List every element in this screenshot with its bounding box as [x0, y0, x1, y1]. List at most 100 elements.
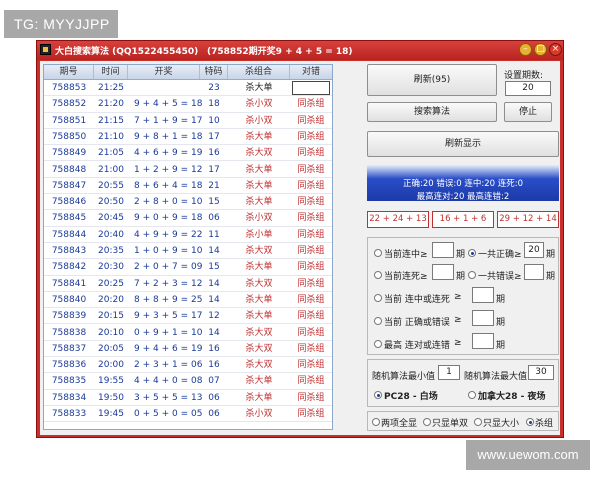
- random-max-input[interactable]: 30: [528, 365, 554, 380]
- cell-period: 758853: [51, 83, 87, 93]
- header-kill-combo[interactable]: 杀组合: [228, 65, 290, 79]
- table-row[interactable]: 758846 20:50 2 + 8 + 0 = 10 15 杀大单 同杀组: [44, 194, 332, 211]
- cell-code: 06: [208, 213, 220, 224]
- header-code[interactable]: 特码: [200, 65, 228, 79]
- radio-kill-combo[interactable]: [526, 418, 534, 426]
- current-correct-or-wrong-input[interactable]: [472, 310, 494, 326]
- table-row[interactable]: 758842 20:30 2 + 0 + 7 = 09 15 杀大单 同杀组: [44, 259, 332, 276]
- cell-code: 06: [208, 392, 220, 403]
- radio-total-correct[interactable]: [468, 249, 476, 257]
- cell-period: 758833: [51, 409, 87, 419]
- random-min-input[interactable]: 1: [438, 365, 460, 380]
- header-time[interactable]: 时间: [94, 65, 128, 79]
- table-row[interactable]: 758848 21:00 1 + 2 + 9 = 12 17 杀大单 同杀组: [44, 162, 332, 178]
- table-row[interactable]: 758839 20:15 9 + 3 + 5 = 17 12 杀大单 同杀组: [44, 308, 332, 325]
- cell-kill-combo: 杀大单: [245, 197, 273, 208]
- cell-period: 758834: [51, 392, 87, 403]
- latest-draw-info: (758852期开奖9 + 4 + 5 = 18): [207, 47, 353, 57]
- table-row[interactable]: 758841 20:25 7 + 2 + 3 = 12 14 杀大双 同杀组: [44, 276, 332, 292]
- cell-draw: 2 + 3 + 1 = 06: [134, 360, 203, 371]
- radio-current-correct-or-wrong[interactable]: [374, 317, 382, 325]
- table-row[interactable]: 758849 21:05 4 + 6 + 9 = 19 16 杀大双 同杀组: [44, 145, 332, 162]
- close-button[interactable]: ×: [549, 43, 562, 56]
- table-row[interactable]: 758853 21:25 23 杀大单: [44, 80, 332, 97]
- current-streak-miss-input[interactable]: [432, 264, 454, 280]
- radio-mode-pc28[interactable]: [374, 391, 382, 399]
- table-row[interactable]: 758843 20:35 1 + 0 + 9 = 10 14 杀大双 同杀组: [44, 243, 332, 260]
- table-row[interactable]: 758833 19:45 0 + 5 + 0 = 05 06 杀小双 同杀组: [44, 406, 332, 423]
- cell-period: 758842: [51, 262, 87, 273]
- radio-show-odd-even[interactable]: [423, 418, 431, 426]
- cell-period: 758852: [51, 99, 87, 110]
- cell-result: 同杀组: [297, 409, 325, 419]
- cell-period: 758847: [51, 180, 87, 191]
- search-algorithm-button[interactable]: 搜索算法: [367, 102, 497, 122]
- title-bar[interactable]: 大白搜索算法 (QQ1522455450) (758852期开奖9 + 4 + …: [37, 41, 563, 60]
- table-row[interactable]: 758844 20:40 4 + 9 + 9 = 22 11 杀小单 同杀组: [44, 227, 332, 243]
- total-wrong-input[interactable]: [524, 264, 544, 280]
- cell-kill-combo: 杀大单: [245, 164, 273, 175]
- cell-code: 07: [208, 376, 220, 387]
- app-window: 大白搜索算法 (QQ1522455450) (758852期开奖9 + 4 + …: [36, 40, 564, 438]
- cell-result: 同杀组: [297, 115, 325, 126]
- table-row[interactable]: 758852 21:20 9 + 4 + 5 = 18 18 杀小双 同杀组: [44, 96, 332, 113]
- cell-draw: 8 + 6 + 4 = 18: [134, 180, 203, 191]
- header-draw[interactable]: 开奖: [128, 65, 200, 79]
- radio-show-big-small[interactable]: [474, 418, 482, 426]
- radio-current-streak-hit[interactable]: [374, 249, 382, 257]
- table-row[interactable]: 758836 20:00 2 + 3 + 1 = 06 16 杀大双 同杀组: [44, 357, 332, 374]
- total-wrong-unit: 期: [546, 272, 556, 282]
- table-row[interactable]: 758850 21:10 9 + 8 + 1 = 18 17 杀大单 同杀组: [44, 129, 332, 146]
- cell-time: 20:35: [98, 246, 124, 256]
- header-period[interactable]: 期号: [44, 65, 94, 79]
- table-row[interactable]: 758834 19:50 3 + 5 + 5 = 13 06 杀大单 同杀组: [44, 390, 332, 406]
- refresh-button[interactable]: 刷新(95): [367, 64, 497, 96]
- period-setting-label: 设置期数:: [504, 71, 544, 81]
- cell-period: 758845: [51, 213, 87, 224]
- radio-current-streak-miss[interactable]: [374, 271, 382, 279]
- watermark-bottom-right: www.uewom.com: [466, 440, 590, 470]
- table-row[interactable]: 758851 21:15 7 + 1 + 9 = 17 10 杀小双 同杀组: [44, 113, 332, 129]
- result-edit-box[interactable]: [292, 81, 330, 95]
- radio-show-both[interactable]: [372, 418, 380, 426]
- cell-draw: 4 + 4 + 0 = 08: [134, 376, 203, 387]
- cell-result: 同杀组: [297, 164, 325, 175]
- cell-result: 同杀组: [297, 197, 325, 208]
- show-both-label: 两项全显: [381, 419, 418, 429]
- cell-kill-combo: 杀大单: [245, 311, 273, 322]
- radio-mode-canada[interactable]: [468, 391, 476, 399]
- refresh-display-button[interactable]: 刷新显示: [367, 131, 559, 157]
- table-row[interactable]: 758835 19:55 4 + 4 + 0 = 08 07 杀大单 同杀组: [44, 373, 332, 390]
- header-result[interactable]: 对错: [290, 65, 332, 79]
- period-setting-input[interactable]: 20: [505, 81, 551, 96]
- total-correct-input[interactable]: 20: [524, 242, 544, 258]
- show-odd-even-label: 只显单双: [432, 419, 469, 429]
- cell-period: 758837: [51, 343, 87, 354]
- radio-highest-pair-or-wrong[interactable]: [374, 340, 382, 348]
- current-hit-or-miss-input[interactable]: [472, 287, 494, 303]
- cell-code: 14: [208, 327, 220, 338]
- cell-code: 12: [208, 311, 220, 322]
- current-streak-hit-input[interactable]: [432, 242, 454, 258]
- table-row[interactable]: 758847 20:55 8 + 6 + 4 = 18 21 杀大单 同杀组: [44, 178, 332, 195]
- random-max-label: 随机算法最大值: [464, 372, 528, 382]
- mode-canada-label: 加拿大28 - 夜场: [478, 392, 546, 402]
- table-row[interactable]: 758837 20:05 9 + 4 + 6 = 19 16 杀大双 同杀组: [44, 341, 332, 358]
- table-row[interactable]: 758838 20:10 0 + 9 + 1 = 10 14 杀大双 同杀组: [44, 325, 332, 341]
- radio-total-wrong[interactable]: [468, 271, 476, 279]
- cell-code: 15: [208, 197, 220, 208]
- cell-kill-combo: 杀大单: [245, 83, 273, 93]
- stop-button[interactable]: 停止: [504, 102, 552, 122]
- cell-draw: 9 + 0 + 9 = 18: [134, 213, 203, 224]
- table-row[interactable]: 758845 20:45 9 + 0 + 9 = 18 06 杀小双 同杀组: [44, 210, 332, 227]
- cell-kill-combo: 杀大单: [245, 376, 273, 387]
- cell-time: 19:55: [98, 376, 124, 387]
- radio-current-hit-or-miss[interactable]: [374, 294, 382, 302]
- cell-kill-combo: 杀大单: [245, 131, 273, 142]
- minimize-button[interactable]: –: [519, 43, 532, 56]
- maximize-button[interactable]: □: [534, 43, 547, 56]
- cell-result: 同杀组: [297, 360, 325, 371]
- highest-pair-or-wrong-input[interactable]: [472, 333, 494, 349]
- cell-time: 20:55: [98, 180, 124, 191]
- table-row[interactable]: 758840 20:20 8 + 8 + 9 = 25 14 杀大单 同杀组: [44, 292, 332, 309]
